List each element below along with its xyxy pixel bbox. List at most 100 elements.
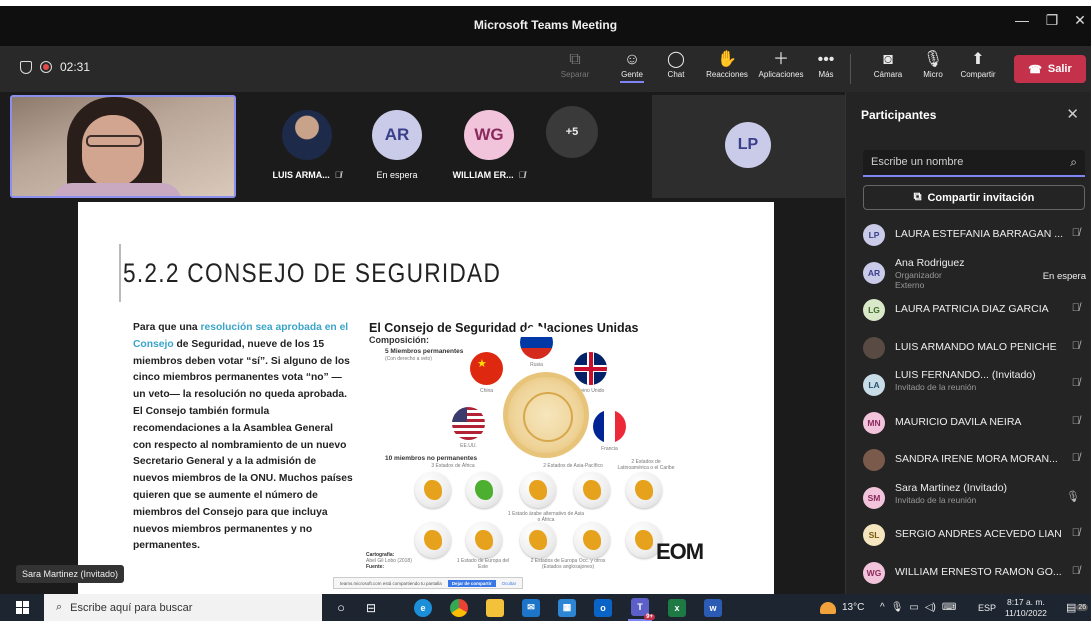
participant-row[interactable]: MN MAURICIO DAVILA NEIRA 🎙̸ xyxy=(846,404,1091,442)
windows-start-icon[interactable] xyxy=(10,594,34,621)
mail-icon[interactable]: ✉ xyxy=(520,594,542,621)
flag-france-icon xyxy=(593,410,626,443)
participant-name: LUIS ARMANDO MALO PENICHE xyxy=(895,340,1057,353)
window-title: Microsoft Teams Meeting xyxy=(473,18,618,32)
participant-name: Sara Martinez (Invitado) xyxy=(895,481,1008,494)
participant-row[interactable]: WG WILLIAM ERNESTO RAMON GO... 🎙̸ xyxy=(846,554,1091,592)
taskbar-search-input[interactable]: ⌕ Escribe aquí para buscar xyxy=(44,594,322,621)
micro-label: Micro xyxy=(923,70,943,79)
mic-muted-icon: 🎙̸ xyxy=(518,170,526,180)
stop-sharing-button[interactable]: Dejar de compartir xyxy=(447,579,496,587)
file-explorer-icon[interactable] xyxy=(484,594,506,621)
participant-tile-ar[interactable]: AR En espera xyxy=(360,110,434,180)
hide-button[interactable]: Ocultar xyxy=(502,581,517,586)
compartir-label: Compartir xyxy=(960,70,996,79)
participant-tile-lp[interactable]: LP xyxy=(652,95,845,198)
system-tray-icons[interactable]: ^ 🎙 ▭ ◁) ⌨ xyxy=(880,594,956,621)
mic-off-icon: 🎙 xyxy=(922,51,944,68)
mas-label: Más xyxy=(818,70,834,79)
infographic-subtitle: Composición: xyxy=(369,335,429,345)
participant-row[interactable]: SM Sara Martinez (Invitado) Invitado de la… xyxy=(846,479,1091,517)
participant-row[interactable]: LA LUIS FERNANDO... (Invitado) Invitado de… xyxy=(846,366,1091,404)
avatar: AR xyxy=(372,110,422,160)
recording-icon xyxy=(40,61,52,73)
micro-button[interactable]: 🎙 Micro xyxy=(916,50,950,79)
aplicaciones-button[interactable]: ＋ Aplicaciones xyxy=(754,50,808,79)
avatar: LG xyxy=(863,299,885,321)
panel-title: Participantes xyxy=(861,108,937,122)
self-name-label: Sara Martinez (Invitado) xyxy=(16,565,125,583)
participant-row[interactable]: AR Ana Rodriguez Organizador Externo En espe… xyxy=(846,254,1091,292)
edge-icon[interactable]: e xyxy=(412,594,434,621)
word-icon[interactable]: w xyxy=(702,594,724,621)
store-icon[interactable]: ▦ xyxy=(556,594,578,621)
share-screen-icon: ⬆ xyxy=(971,51,985,68)
camara-button[interactable]: ◙ Cámara xyxy=(868,50,908,79)
shared-presentation: 5.2.2 CONSEJO DE SEGURIDAD Para que una … xyxy=(78,202,774,594)
close-panel-icon[interactable]: ✕ xyxy=(1066,105,1079,123)
participant-search-input[interactable]: Escribe un nombre ⌕ xyxy=(863,150,1085,177)
self-video-tile[interactable] xyxy=(10,95,236,198)
mas-button[interactable]: ••• Más xyxy=(814,50,838,79)
reacciones-button[interactable]: ✋ Reacciones xyxy=(702,50,752,79)
participant-name: WILLIAM ER... xyxy=(452,170,514,180)
weather-icon xyxy=(820,601,836,614)
cortana-icon[interactable]: ○ xyxy=(330,594,352,621)
people-icon: ☺ xyxy=(623,51,641,68)
globe-asia-icon xyxy=(520,472,556,508)
task-view-icon[interactable]: ⊟ xyxy=(360,594,382,621)
outlook-icon[interactable]: o xyxy=(592,594,614,621)
close-window-button[interactable]: ✕ xyxy=(1066,12,1091,29)
participants-panel: Participantes ✕ Escribe un nombre ⌕ ⧉ Co… xyxy=(845,92,1091,594)
more-icon: ••• xyxy=(817,51,835,68)
participant-row[interactable]: LP LAURA ESTEFANIA BARRAGAN ... 🎙̸ xyxy=(846,216,1091,254)
mic-muted-icon: 🎙̸ xyxy=(1071,414,1080,427)
weather-widget[interactable]: 13°C xyxy=(820,594,864,621)
mic-muted-icon: 🎙̸ xyxy=(1071,339,1080,352)
participant-row[interactable]: LUIS ARMANDO MALO PENICHE 🎙̸ xyxy=(846,329,1091,367)
notifications-icon[interactable]: ▤ 26 xyxy=(1066,594,1089,621)
participant-row[interactable]: SANDRA IRENE MORA MORAN... 🎙̸ xyxy=(846,441,1091,479)
non-permanent-label: 10 miembros no permanentes xyxy=(385,455,478,462)
leave-button[interactable]: ☎ Salir xyxy=(1014,55,1086,83)
participant-tile-luis[interactable]: LUIS ARMA... 🎙̸ xyxy=(263,110,351,180)
more-participants-button[interactable]: +5 xyxy=(546,106,598,158)
globe-africa-icon xyxy=(466,472,502,508)
minimize-button[interactable]: — xyxy=(1008,12,1036,28)
pop-out-icon: ⧉ xyxy=(569,51,581,68)
search-icon: ⌕ xyxy=(1070,155,1077,169)
globe-europe-icon xyxy=(466,522,502,558)
flag-russia-icon xyxy=(520,326,553,359)
reaction-hand-icon: ✋ xyxy=(717,51,737,68)
teams-icon[interactable]: T 9+ xyxy=(628,594,655,621)
globe-asia-icon xyxy=(574,472,610,508)
clock[interactable]: 8:17 a. m. 11/10/2022 xyxy=(1005,594,1047,621)
share-invite-button[interactable]: ⧉ Compartir invitación xyxy=(863,185,1085,210)
volume-icon: ◁) xyxy=(924,602,936,613)
excel-icon[interactable]: x xyxy=(666,594,688,621)
participant-row[interactable]: SL SERGIO ANDRES ACEVEDO LIAN 🎙̸ xyxy=(846,516,1091,554)
avatar: LP xyxy=(725,122,771,168)
gente-button[interactable]: ☺ Gente xyxy=(616,50,648,83)
avatar xyxy=(863,336,885,359)
participant-row[interactable]: LG LAURA PATRICIA DIAZ GARCIA 🎙̸ xyxy=(846,291,1091,329)
maximize-button[interactable]: ❐ xyxy=(1038,12,1066,29)
participant-name: WILLIAM ERNESTO RAMON GO... xyxy=(895,565,1062,578)
meeting-status: 02:31 xyxy=(20,60,90,74)
participant-role: Organizador Externo xyxy=(895,269,942,290)
mic-muted-icon: 🎙̸ xyxy=(1071,564,1080,577)
participant-name: MAURICIO DAVILA NEIRA xyxy=(895,415,1022,428)
leave-label: Salir xyxy=(1047,63,1072,75)
chevron-up-icon: ^ xyxy=(880,602,885,613)
participant-name: SANDRA IRENE MORA MORAN... xyxy=(895,453,1058,465)
language-indicator[interactable]: ESP xyxy=(978,594,996,621)
chat-button[interactable]: ◯ Chat xyxy=(662,50,690,79)
chrome-icon[interactable] xyxy=(448,594,470,621)
separar-button[interactable]: ⧉ Separar xyxy=(558,50,592,79)
slide-title: 5.2.2 CONSEJO DE SEGURIDAD xyxy=(123,258,502,288)
network-icon: ▭ xyxy=(909,602,919,613)
compartir-button[interactable]: ⬆ Compartir xyxy=(956,50,1000,79)
windows-taskbar: ⌕ Escribe aquí para buscar ○ ⊟ e ✉ ▦ o T… xyxy=(0,594,1091,621)
participant-tile-wg[interactable]: WG WILLIAM ER... 🎙̸ xyxy=(444,110,534,180)
mic-muted-icon: 🎙̸ xyxy=(1071,452,1080,464)
